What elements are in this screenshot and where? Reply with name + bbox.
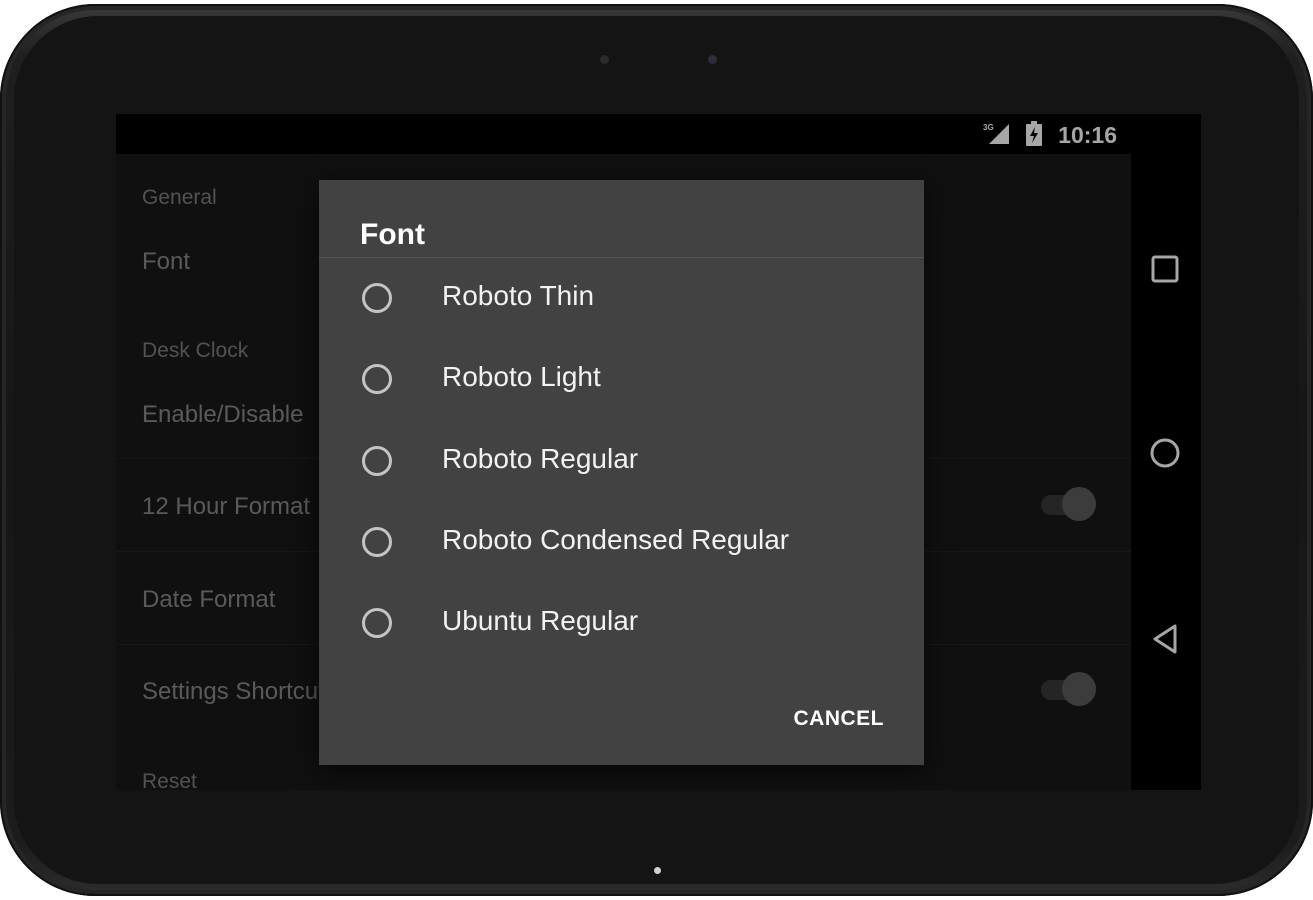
font-option[interactable]: Roboto Light (319, 361, 924, 451)
radio-button[interactable] (362, 364, 392, 394)
dialog-title: Font (360, 218, 425, 251)
font-option-label: Roboto Condensed Regular (442, 524, 790, 555)
front-sensor (600, 55, 609, 64)
font-dialog: Font Roboto Thin Roboto Light Roboto Reg… (319, 180, 924, 765)
font-option-label: Roboto Light (442, 361, 601, 392)
font-option[interactable]: Roboto Condensed Regular (319, 524, 924, 614)
front-camera (708, 55, 717, 64)
font-option-label: Ubuntu Regular (442, 605, 639, 636)
font-option-label: Roboto Regular (442, 443, 639, 474)
device-led (654, 867, 661, 874)
font-option-label: Roboto Thin (442, 280, 595, 311)
radio-button[interactable] (362, 608, 392, 638)
radio-button[interactable] (362, 283, 392, 313)
radio-button[interactable] (362, 446, 392, 476)
dialog-divider (319, 257, 924, 258)
font-option[interactable]: Roboto Regular (319, 443, 924, 533)
screen: 3G 10:16 General Font Desk Clock Enable/… (116, 114, 1201, 790)
font-option[interactable]: Ubuntu Regular (319, 605, 924, 695)
radio-button[interactable] (362, 527, 392, 557)
cancel-button[interactable]: CANCEL (782, 701, 897, 737)
font-option[interactable]: Roboto Thin (319, 280, 924, 370)
